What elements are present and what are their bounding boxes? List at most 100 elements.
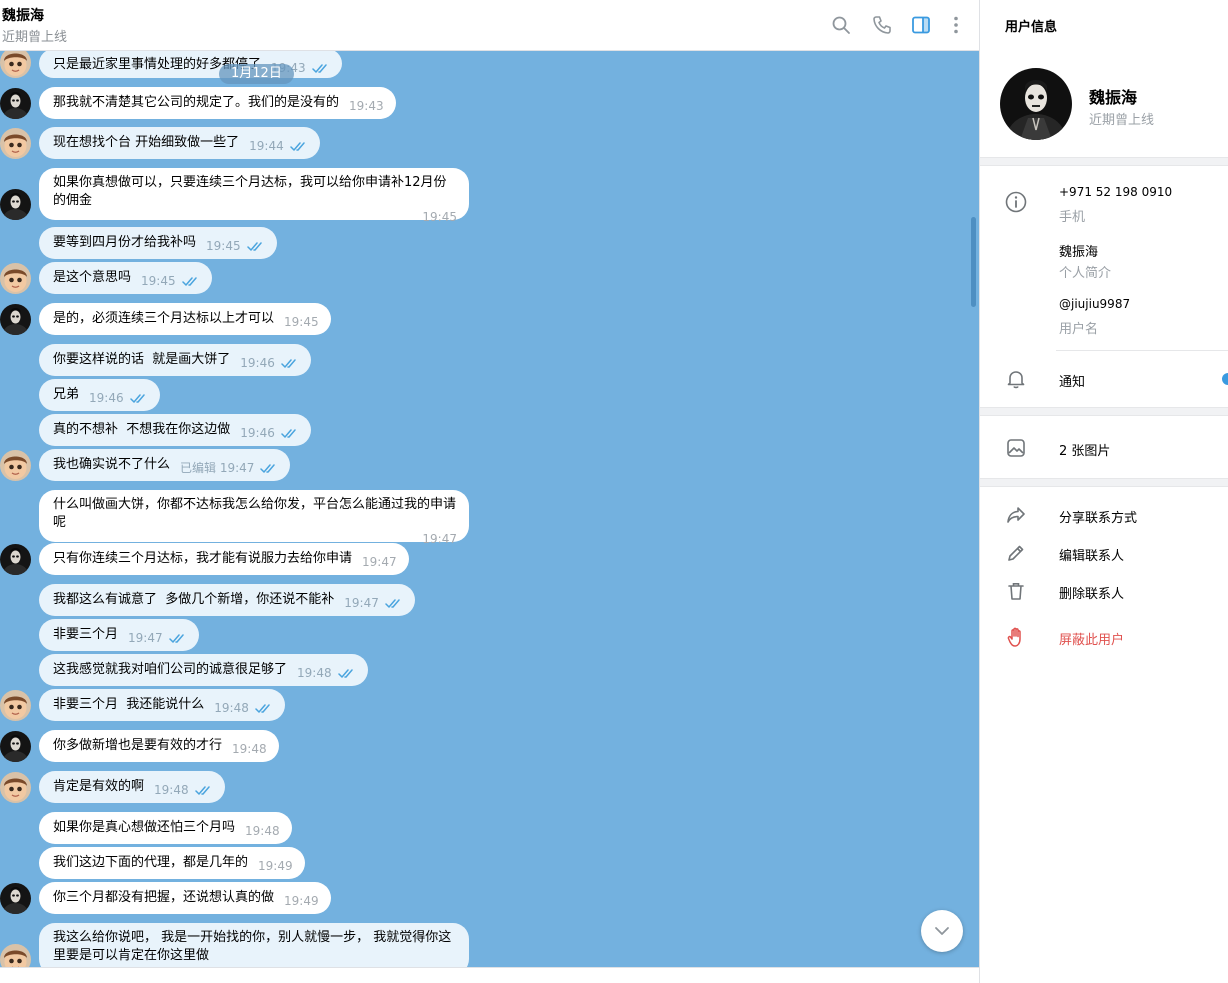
outgoing-message-bubble[interactable]: 兄弟 19:46 xyxy=(39,379,160,411)
username-value[interactable]: @jiujiu9987 xyxy=(1059,297,1130,311)
outgoing-message-bubble[interactable]: 这我感觉就我对咱们公司的诚意很足够了 19:48 xyxy=(39,654,368,686)
message-row: 我都这么有诚意了 多做几个新增，你还说不能补 19:47 xyxy=(0,584,979,616)
image-icon xyxy=(1004,436,1028,460)
delete-contact-button[interactable]: 删除联系人 xyxy=(1059,583,1124,602)
trash-icon xyxy=(1004,579,1028,603)
user-info-panel: 用户信息 魏振海 近期曾上线 +971 52 198 0910 手机 魏振海 个… xyxy=(979,0,1228,983)
message-time: 19:46 xyxy=(89,391,124,405)
message-meta: 19:49 xyxy=(258,857,293,875)
message-meta: 19:48 xyxy=(245,822,280,840)
notifications-label[interactable]: 通知 xyxy=(1059,371,1085,390)
my-avatar[interactable] xyxy=(0,690,31,721)
message-row: 什么叫做画大饼，你都不达标我怎么给你发，平台怎么能通过我的申请呢 19:47 xyxy=(0,490,979,546)
message-time: 19:45 xyxy=(206,239,241,253)
bio-value[interactable]: 魏振海 xyxy=(1059,241,1098,260)
search-icon[interactable] xyxy=(830,14,852,36)
my-avatar[interactable] xyxy=(0,450,31,481)
section-divider xyxy=(980,157,1228,166)
scrollbar[interactable] xyxy=(971,217,976,307)
outgoing-message-bubble[interactable]: 非要三个月 我还能说什么 19:48 xyxy=(39,689,285,721)
incoming-message-bubble[interactable]: 你三个月都没有把握，还说想认真的做 19:49 xyxy=(39,882,331,914)
message-meta: 19:47 xyxy=(344,594,403,612)
message-row: 我们这边下面的代理，都是几年的 19:49 xyxy=(0,847,979,879)
bell-icon xyxy=(1004,367,1028,391)
message-text: 我也确实说不了什么 xyxy=(53,457,171,472)
outgoing-message-bubble[interactable]: 非要三个月 19:47 xyxy=(39,619,199,651)
read-receipt-icon xyxy=(194,786,210,795)
my-avatar[interactable] xyxy=(0,263,31,294)
notifications-toggle[interactable] xyxy=(1222,373,1228,385)
read-receipt-icon xyxy=(385,599,400,608)
message-row: 非要三个月 我还能说什么 19:48 xyxy=(0,689,979,721)
profile-avatar[interactable] xyxy=(1000,68,1072,140)
phone-icon[interactable] xyxy=(871,14,893,36)
outgoing-message-bubble[interactable]: 现在想找个台 开始细致做一些了 19:44 xyxy=(39,127,320,159)
share-contact-button[interactable]: 分享联系方式 xyxy=(1059,507,1137,526)
message-meta: 19:47 xyxy=(362,553,397,571)
message-row: 你三个月都没有把握，还说想认真的做 19:49 xyxy=(0,882,979,914)
incoming-message-bubble[interactable]: 如果你真想做可以，只要连续三个月达标，我可以给你申请补12月份的佣金 19:45 xyxy=(39,168,469,224)
incoming-message-bubble[interactable]: 如果你是真心想做还怕三个月吗 19:48 xyxy=(39,812,292,844)
message-area[interactable]: 只是最近家里事情处理的好多都停了19:43 那我就不清楚其它公司的规定了。我们的是… xyxy=(0,51,979,967)
message-time: 已编辑 19:47 xyxy=(180,461,255,475)
incoming-message-bubble[interactable]: 什么叫做画大饼，你都不达标我怎么给你发，平台怎么能通过我的申请呢 19:47 xyxy=(39,490,469,546)
message-time: 19:45 xyxy=(422,210,457,224)
outgoing-message-bubble[interactable]: 是这个意思吗 19:45 xyxy=(39,262,212,294)
read-receipt-icon xyxy=(181,277,197,286)
message-meta: 19:43 xyxy=(349,97,384,115)
incoming-message-bubble[interactable]: 你多做新增也是要有效的才行 19:48 xyxy=(39,730,279,762)
outgoing-message-bubble[interactable]: 我都这么有诚意了 多做几个新增，你还说不能补 19:47 xyxy=(39,584,415,616)
scroll-down-button[interactable] xyxy=(921,910,963,952)
my-avatar[interactable] xyxy=(0,128,31,159)
outgoing-message-bubble[interactable]: 我这么给你说吧， 我是一开始找的你，别人就慢一步， 我就觉得你这里要是可以肯定在… xyxy=(39,923,469,967)
message-time: 19:45 xyxy=(141,274,176,288)
outgoing-message-bubble[interactable]: 只是最近家里事情处理的好多都停了19:43 xyxy=(39,51,342,78)
profile-name: 魏振海 xyxy=(1089,88,1138,107)
message-meta: 19:45 xyxy=(206,237,265,255)
contact-avatar[interactable] xyxy=(0,544,31,575)
outgoing-message-bubble[interactable]: 我也确实说不了什么 已编辑 19:47 xyxy=(39,449,291,481)
composer-bar[interactable] xyxy=(0,967,979,983)
outgoing-message-bubble[interactable]: 你要这样说的话 就是画大饼了 19:46 xyxy=(39,344,311,376)
outgoing-message-bubble[interactable]: 肯定是有效的啊 19:48 xyxy=(39,771,225,803)
my-avatar[interactable] xyxy=(0,772,31,803)
phone-number[interactable]: +971 52 198 0910 xyxy=(1059,185,1172,199)
message-text: 是的，必须连续三个月达标以上才可以 xyxy=(53,311,275,326)
contact-avatar[interactable] xyxy=(0,304,31,335)
message-text: 我都这么有诚意了 多做几个新增，你还说不能补 xyxy=(53,592,335,607)
more-vertical-icon[interactable] xyxy=(945,14,967,36)
message-text: 只有你连续三个月达标，我才能有说服力去给你申请 xyxy=(53,551,353,566)
chat-title[interactable]: 魏振海 xyxy=(2,5,44,25)
my-avatar[interactable] xyxy=(0,944,31,967)
my-avatar[interactable] xyxy=(0,51,31,78)
date-separator: 1月12日 xyxy=(219,64,294,84)
message-time: 19:47 xyxy=(362,555,397,569)
photos-link[interactable]: 2 张图片 xyxy=(1059,440,1110,459)
sidebar-toggle-icon[interactable] xyxy=(910,14,932,36)
message-meta: 19:45 xyxy=(53,208,457,226)
contact-avatar[interactable] xyxy=(0,731,31,762)
hand-stop-icon xyxy=(1004,625,1028,649)
bio-label: 个人简介 xyxy=(1059,266,1112,281)
incoming-message-bubble[interactable]: 那我就不清楚其它公司的规定了。我们的是没有的 19:43 xyxy=(39,87,396,119)
message-time: 19:46 xyxy=(240,356,275,370)
incoming-message-bubble[interactable]: 是的，必须连续三个月达标以上才可以 19:45 xyxy=(39,303,331,335)
block-user-button[interactable]: 屏蔽此用户 xyxy=(1059,629,1124,648)
incoming-message-bubble[interactable]: 只有你连续三个月达标，我才能有说服力去给你申请 19:47 xyxy=(39,543,409,575)
chat-status: 近期曾上线 xyxy=(2,30,68,45)
contact-avatar[interactable] xyxy=(0,88,31,119)
message-time: 19:47 xyxy=(128,631,163,645)
outgoing-message-bubble[interactable]: 要等到四月份才给我补吗 19:45 xyxy=(39,227,277,259)
chevron-down-icon xyxy=(935,927,949,935)
incoming-message-bubble[interactable]: 我们这边下面的代理，都是几年的 19:49 xyxy=(39,847,305,879)
outgoing-message-bubble[interactable]: 真的不想补 不想我在你这边做 19:46 xyxy=(39,414,311,446)
read-receipt-icon xyxy=(255,704,270,713)
contact-avatar[interactable] xyxy=(0,883,31,914)
message-time: 19:48 xyxy=(214,701,249,715)
edit-contact-button[interactable]: 编辑联系人 xyxy=(1059,545,1124,564)
message-meta: 19:48 xyxy=(154,781,213,799)
contact-avatar[interactable] xyxy=(0,189,31,220)
message-meta: 19:48 xyxy=(214,699,273,717)
message-row: 是的，必须连续三个月达标以上才可以 19:45 xyxy=(0,303,979,335)
message-meta: 19:46 xyxy=(240,424,299,442)
